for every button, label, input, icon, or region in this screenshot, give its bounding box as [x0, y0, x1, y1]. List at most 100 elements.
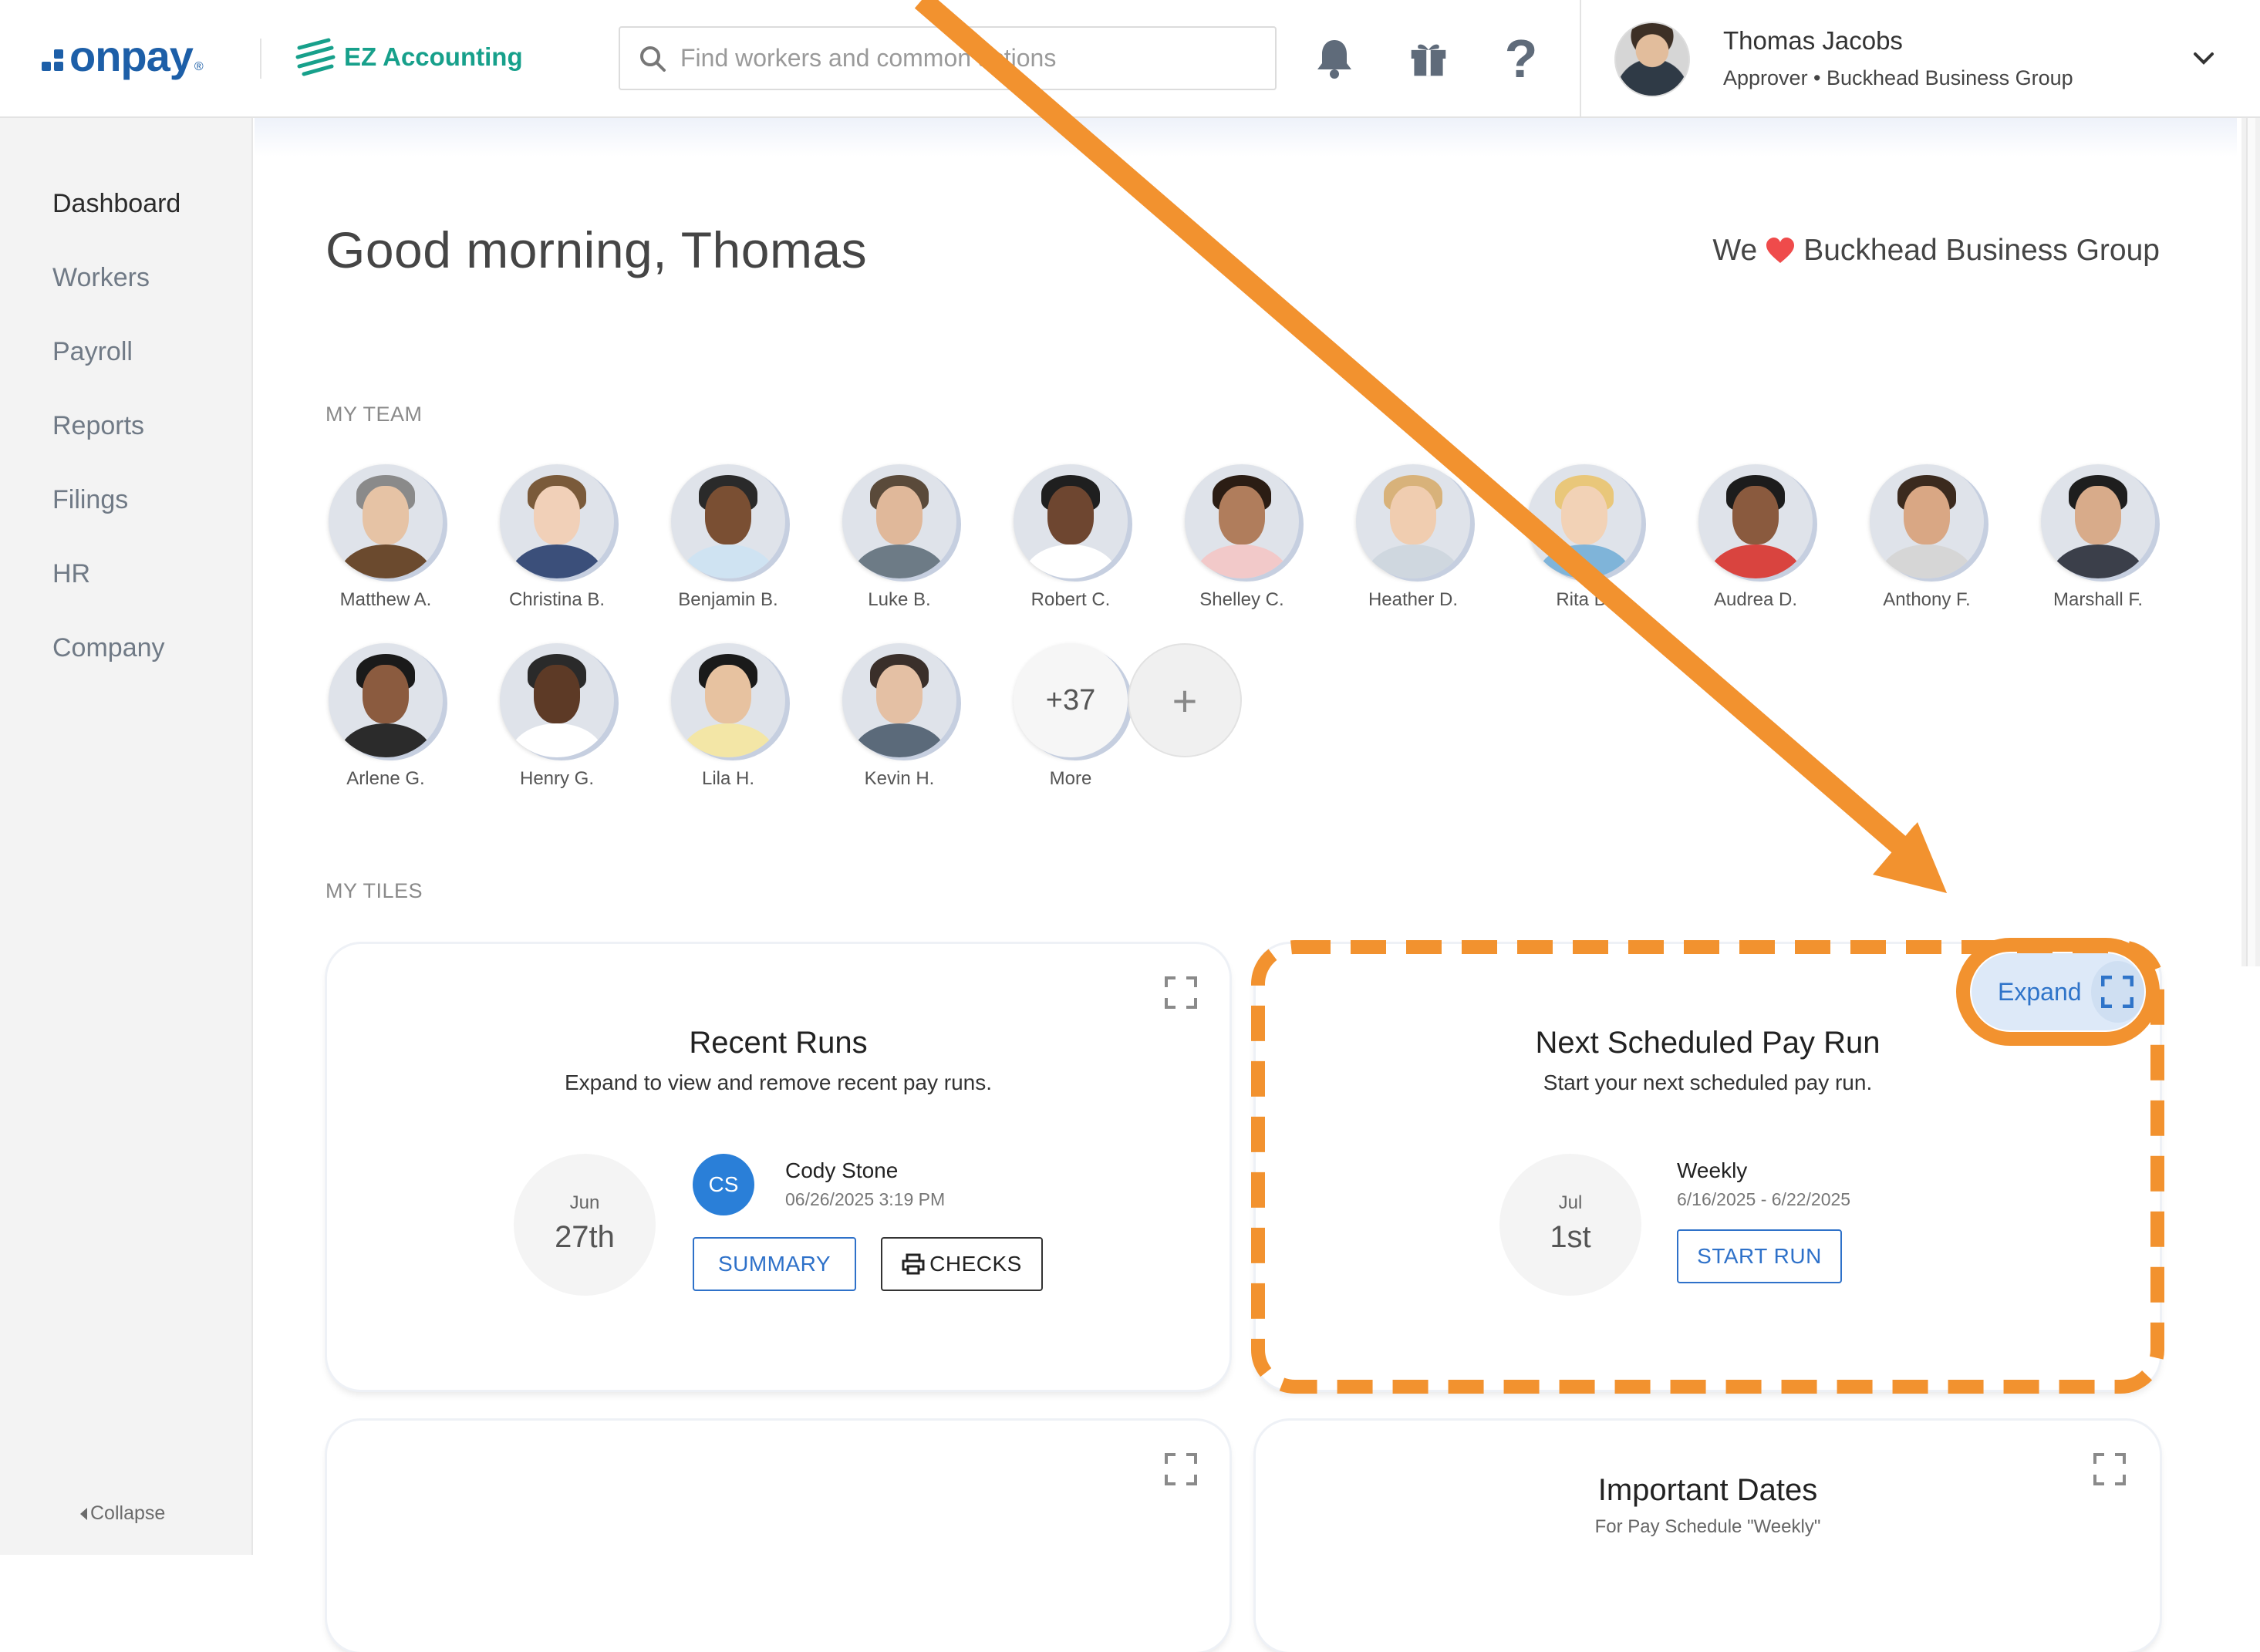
- next-run-month: Jul: [1558, 1192, 1583, 1213]
- team-member[interactable]: Audrea D.: [1686, 464, 1825, 611]
- run-date-day: 27th: [555, 1220, 615, 1254]
- expand-button[interactable]: Expand: [1972, 953, 2144, 1030]
- team-member-name: Rita D.: [1556, 589, 1613, 610]
- sidebar-item-filings[interactable]: Filings: [52, 485, 128, 515]
- search-input[interactable]: [680, 44, 1251, 72]
- team-member-name: Matthew A.: [339, 589, 432, 610]
- my-tiles-heading: MY TILES: [326, 879, 423, 902]
- team-member-name: Henry G.: [519, 768, 595, 789]
- sidebar-item-company[interactable]: Company: [52, 633, 165, 663]
- team-member[interactable]: Arlene G.: [316, 643, 455, 790]
- gift-icon: [1411, 44, 1446, 76]
- pay-period-range: 6/16/2025 - 6/22/2025: [1677, 1189, 1851, 1209]
- team-member-name: Audrea D.: [1713, 589, 1798, 610]
- team-member-photo: [329, 643, 443, 757]
- onpay-logo-text: onpay: [69, 31, 194, 80]
- sidebar-item-dashboard[interactable]: Dashboard: [52, 189, 180, 219]
- onpay-logo-mark: [42, 49, 65, 72]
- team-member-name: Lila H.: [701, 768, 755, 789]
- start-run-button[interactable]: START RUN: [1677, 1229, 1842, 1283]
- user-name[interactable]: Thomas Jacobs: [1723, 26, 1903, 56]
- notifications-button[interactable]: [1311, 35, 1358, 82]
- next-run-day: 1st: [1550, 1220, 1591, 1254]
- team-member[interactable]: Christina B.: [487, 464, 626, 611]
- onpay-logo[interactable]: onpay ®: [42, 31, 204, 80]
- rewards-button[interactable]: [1405, 35, 1452, 82]
- caret-left-icon: [80, 1507, 87, 1520]
- run-timestamp: 06/26/2025 3:19 PM: [785, 1189, 946, 1209]
- team-member[interactable]: Henry G.: [487, 643, 626, 790]
- team-member-photo: [500, 464, 614, 578]
- expand-icon: [2101, 976, 2134, 1008]
- team-member-photo: [1527, 464, 1641, 578]
- registered-mark: ®: [194, 60, 204, 73]
- important-dates-title: Important Dates: [1597, 1473, 1818, 1507]
- team-member-photo: [842, 464, 956, 578]
- important-dates-tile: Important Dates For Pay Schedule "Weekly…: [1256, 1421, 2160, 1652]
- collapse-sidebar-button[interactable]: Collapse: [80, 1502, 165, 1525]
- team-member-photo: [1870, 464, 1984, 578]
- team-member-name: Arlene G.: [346, 768, 425, 789]
- team-member-photo: [1014, 464, 1128, 578]
- team-member[interactable]: Robert C.: [1001, 464, 1140, 611]
- team-member-name: Heather D.: [1368, 589, 1459, 610]
- expand-icon[interactable]: [1165, 1453, 1197, 1485]
- team-member-photo: [671, 464, 785, 578]
- team-member-name: Marshall F.: [2053, 589, 2144, 610]
- team-member-name: Anthony F.: [1883, 589, 1971, 610]
- chevron-down-icon[interactable]: [2191, 48, 2217, 68]
- plus-icon: +: [1172, 676, 1198, 725]
- main-scrollbar[interactable]: [2241, 118, 2260, 966]
- team-member[interactable]: Lila H.: [659, 643, 798, 790]
- team-member-name: Luke B.: [868, 589, 931, 610]
- team-member[interactable]: Benjamin B.: [659, 464, 798, 611]
- sidebar-item-hr[interactable]: HR: [52, 559, 90, 589]
- team-member-photo: [500, 643, 614, 757]
- team-member-photo: [2041, 464, 2155, 578]
- summary-button[interactable]: SUMMARY: [693, 1237, 856, 1291]
- dashboard-tile-3: [327, 1421, 1230, 1652]
- more-workers-button[interactable]: +37 More: [1001, 643, 1140, 790]
- team-member[interactable]: Kevin H.: [830, 643, 969, 790]
- team-member-photo: [1698, 464, 1813, 578]
- team-member-name: Kevin H.: [864, 768, 935, 789]
- expand-icon[interactable]: [1165, 976, 1197, 1009]
- ez-accounting-text: EZ Accounting: [344, 42, 523, 71]
- sidebar-item-payroll[interactable]: Payroll: [52, 337, 133, 367]
- expand-icon-wrap: [2090, 961, 2144, 1023]
- search-bar[interactable]: [619, 26, 1277, 90]
- team-member-name: Shelley C.: [1199, 589, 1284, 610]
- team-member[interactable]: Anthony F.: [1857, 464, 1996, 611]
- team-member-name: Robert C.: [1030, 589, 1111, 610]
- sidebar: Dashboard Workers Payroll Reports Filing…: [0, 118, 253, 1555]
- run-user-name: Cody Stone: [785, 1158, 899, 1182]
- sidebar-item-reports[interactable]: Reports: [52, 411, 144, 441]
- annotation-arrow-head: [1874, 825, 1945, 892]
- team-member[interactable]: Heather D.: [1344, 464, 1482, 611]
- run-date-month: Jun: [569, 1192, 600, 1213]
- important-dates-subtitle: For Pay Schedule "Weekly": [1594, 1516, 1821, 1537]
- my-team-heading: MY TEAM: [326, 403, 423, 426]
- team-member[interactable]: Rita D.: [1515, 464, 1654, 611]
- company-banner: We Buckhead Business Group: [1712, 234, 2160, 268]
- more-count: +37: [1014, 643, 1128, 757]
- ez-accounting-logo[interactable]: EZ Accounting: [293, 34, 523, 80]
- main-top-shadow: [255, 118, 2237, 157]
- ez-accounting-icon: [295, 38, 336, 76]
- add-worker-button[interactable]: +: [1128, 643, 1242, 757]
- help-button[interactable]: ?: [1498, 29, 1544, 89]
- sidebar-item-workers[interactable]: Workers: [52, 263, 150, 293]
- recent-runs-subtitle: Expand to view and remove recent pay run…: [564, 1070, 993, 1094]
- team-member[interactable]: Luke B.: [830, 464, 969, 611]
- we-love-company: Buckhead Business Group: [1803, 234, 2160, 267]
- checks-button[interactable]: CHECKS: [881, 1237, 1043, 1291]
- team-member[interactable]: Shelley C.: [1172, 464, 1311, 611]
- user-role: Approver • Buckhead Business Group: [1723, 66, 2073, 89]
- team-member[interactable]: Matthew A.: [316, 464, 455, 611]
- user-avatar[interactable]: [1614, 22, 1690, 97]
- team-member-name: Benjamin B.: [678, 589, 778, 610]
- team-member[interactable]: Marshall F.: [2029, 464, 2167, 611]
- team-member-photo: [1185, 464, 1299, 578]
- team-member-photo: [671, 643, 785, 757]
- printer-icon: [902, 1253, 925, 1275]
